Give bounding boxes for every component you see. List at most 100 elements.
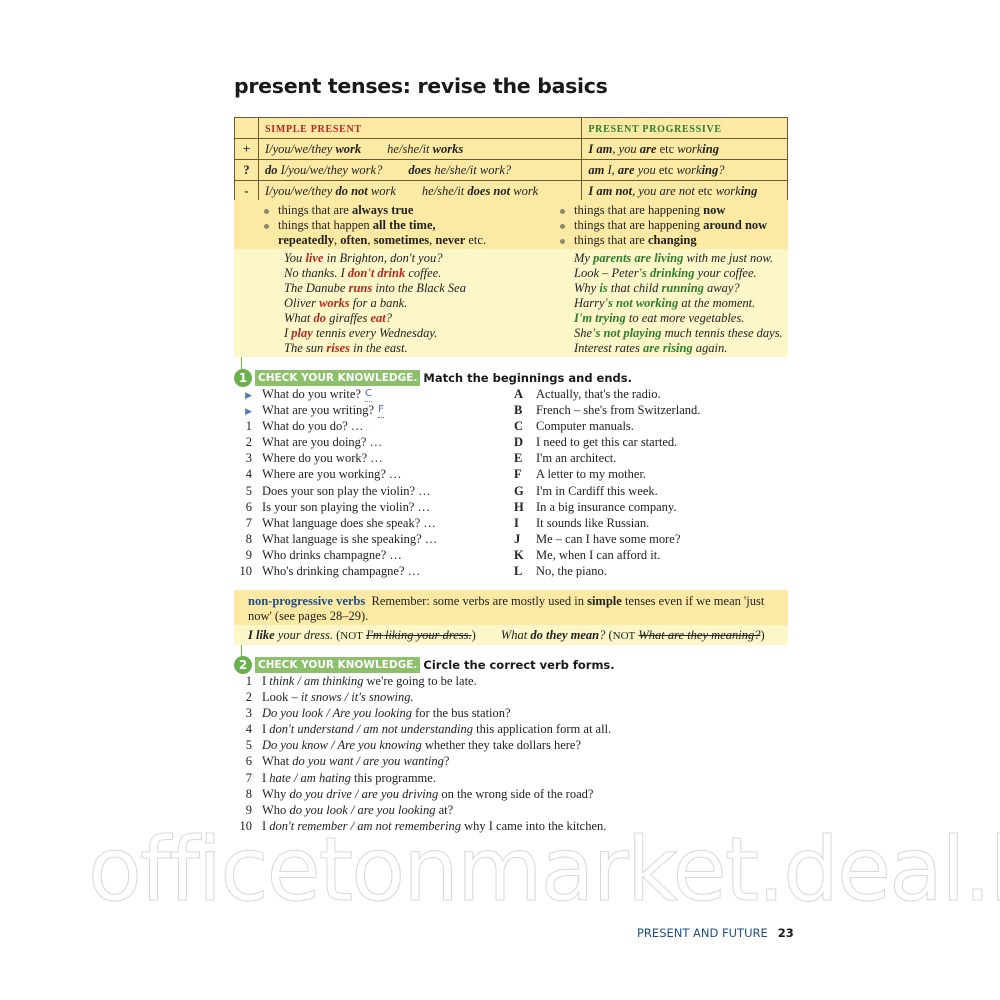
item-text: What do you want / are you wanting? [262, 754, 450, 769]
arrow-icon: ▶ [245, 406, 252, 417]
row-symbol: - [234, 180, 259, 202]
list-item: 3 Do you look / Are you looking for the b… [234, 705, 788, 721]
item-number: 7 [245, 515, 252, 530]
ending-letter: H [514, 499, 524, 514]
non-progressive-note: non-progressive verbs Remember: some ver… [234, 590, 788, 625]
row-symbol: + [234, 138, 259, 160]
list-item: 7 I hate / am hating this programme. [234, 770, 788, 786]
item-number: 4 [245, 722, 252, 737]
ending-letter: A [514, 387, 524, 401]
check-knowledge-tag: CHECK YOUR KNOWLEDGE. [255, 657, 421, 673]
ending-letter: J [514, 531, 521, 546]
ending-letter: C [514, 419, 524, 434]
ending-letter: D [514, 435, 524, 450]
item-text: What language is she speaking? … [262, 531, 438, 546]
item-number: 2 [245, 435, 252, 450]
exercise-number-badge: 2 [234, 656, 252, 674]
item-text: Is your son playing the violin? … [262, 499, 431, 514]
symbol-cell [234, 117, 259, 139]
ending-item: G I'm in Cardiff this week. [514, 483, 784, 499]
list-item: 8 What language is she speaking? … [234, 531, 504, 547]
watermark: officetonmarket.deal.by [87, 818, 1000, 922]
row-symbol: ? [234, 159, 259, 181]
ending-text: French – she's from Switzerland. [536, 403, 701, 418]
ending-letter: E [514, 451, 523, 466]
example-sentence: The Danube runs into the Black Sea [284, 281, 466, 295]
example-sentence: My parents are living with me just now. [574, 251, 774, 265]
list-item: 2 Look – it snows / it's snowing. [234, 689, 788, 705]
item-number: 9 [245, 802, 252, 817]
item-number: 8 [245, 531, 252, 546]
list-item: 4 Where are you working? … [234, 466, 504, 482]
item-number: 8 [245, 786, 252, 801]
examples-panel: You live in Brighton, don't you? No thank… [234, 249, 788, 357]
list-item: 5 Do you know / Are you knowing whether t… [234, 737, 788, 753]
item-number: 3 [245, 451, 252, 466]
item-number: 7 [245, 770, 252, 785]
item-text: Look – it snows / it's snowing. [262, 690, 414, 705]
example-sentence: Oliver works for a bank. [284, 296, 408, 310]
ending-item: J Me – can I have some more? [514, 531, 784, 547]
note-title: non-progressive verbs [248, 594, 366, 608]
ending-text: No, the piano. [536, 564, 607, 579]
list-item: 2 What are you doing? … [234, 434, 504, 450]
item-number: 10 [239, 564, 253, 579]
list-item: 5 Does your son play the violin? … [234, 483, 504, 499]
example-sentence: Harry's not working at the moment. [574, 296, 756, 310]
ending-text: I'm an architect. [536, 451, 617, 466]
example-sentence: You live in Brighton, don't you? [284, 251, 443, 265]
ending-item: I It sounds like Russian. [514, 515, 784, 531]
present-progressive-form: am I, are you etc working? [581, 159, 788, 181]
use-item: things that happen all the time, repeated… [262, 218, 486, 248]
check-knowledge-tag: CHECK YOUR KNOWLEDGE. [255, 370, 421, 386]
ending-letter: B [514, 403, 523, 418]
example-answer: F [378, 402, 384, 419]
item-text: Where do you work? … [262, 451, 383, 466]
note-examples: I like your dress. (NOT I'm liking your … [234, 625, 788, 645]
item-text: Who's drinking champagne? … [262, 564, 421, 579]
ending-text: Me – can I have some more? [536, 531, 681, 546]
ending-item: B French – she's from Switzerland. [514, 402, 784, 418]
ending-letter: K [514, 547, 524, 562]
ending-item: D I need to get this car started. [514, 434, 784, 450]
item-number: 2 [245, 690, 252, 705]
simple-present-form: I/you/we/they work he/she/it works [257, 138, 583, 160]
list-item: 1 I think / am thinking we're going to be… [234, 673, 788, 689]
page-footer: PRESENT AND FUTURE 23 [637, 926, 794, 940]
item-text: What language does she speak? … [262, 515, 436, 530]
list-item: 9 Who drinks champagne? … [234, 547, 504, 563]
ending-item: E I'm an architect. [514, 450, 784, 466]
item-number: 9 [245, 547, 252, 562]
item-text: I think / am thinking we're going to be … [262, 674, 477, 688]
table-row: + I/you/we/they work he/she/it works I am, … [234, 138, 788, 160]
item-text: Who drinks champagne? … [262, 547, 402, 562]
example-sentence: Why is that child running away? [574, 281, 740, 295]
item-text: Do you look / Are you looking for the bu… [262, 706, 511, 721]
example-sentence: The sun rises in the east. [284, 341, 408, 355]
example-sentence: She's not playing much tennis these days… [574, 326, 783, 340]
ending-letter: G [514, 483, 524, 498]
list-item: 1 What do you do? … [234, 418, 504, 434]
list-item: 6 Is your son playing the violin? … [234, 499, 504, 515]
progressive-examples: My parents are living with me just now. L… [574, 251, 783, 356]
list-item: 4 I don't understand / am not understandi… [234, 721, 788, 737]
ending-text: Computer manuals. [536, 419, 634, 434]
item-number: 5 [245, 738, 252, 753]
list-item: 10 Who's drinking champagne? … [234, 563, 504, 579]
ending-text: Actually, that's the radio. [536, 387, 661, 401]
tense-table: SIMPLE PRESENT PRESENT PROGRESSIVE + I/yo… [234, 117, 788, 202]
example-sentence: What do giraffes eat? [284, 311, 392, 325]
item-number: 1 [245, 674, 252, 688]
exercise-1-header: 1 CHECK YOUR KNOWLEDGE. Match the beginn… [234, 369, 632, 387]
example-sentence: Interest rates are rising again. [574, 341, 728, 355]
example-sentence: No thanks. I don't drink coffee. [284, 266, 442, 280]
exercise-instruction: Match the beginnings and ends. [423, 371, 632, 385]
simple-present-form: I/you/we/they do not work he/she/it does … [257, 180, 583, 202]
ending-text: A letter to my mother. [536, 467, 647, 482]
table-row: - I/you/we/they do not work he/she/it does… [234, 180, 788, 202]
arrow-icon: ▶ [245, 390, 252, 400]
example-answer: C [364, 386, 372, 403]
ending-letter: L [514, 564, 523, 579]
item-text: Does your son play the violin? … [262, 483, 431, 498]
ending-item: H In a big insurance company. [514, 499, 784, 515]
